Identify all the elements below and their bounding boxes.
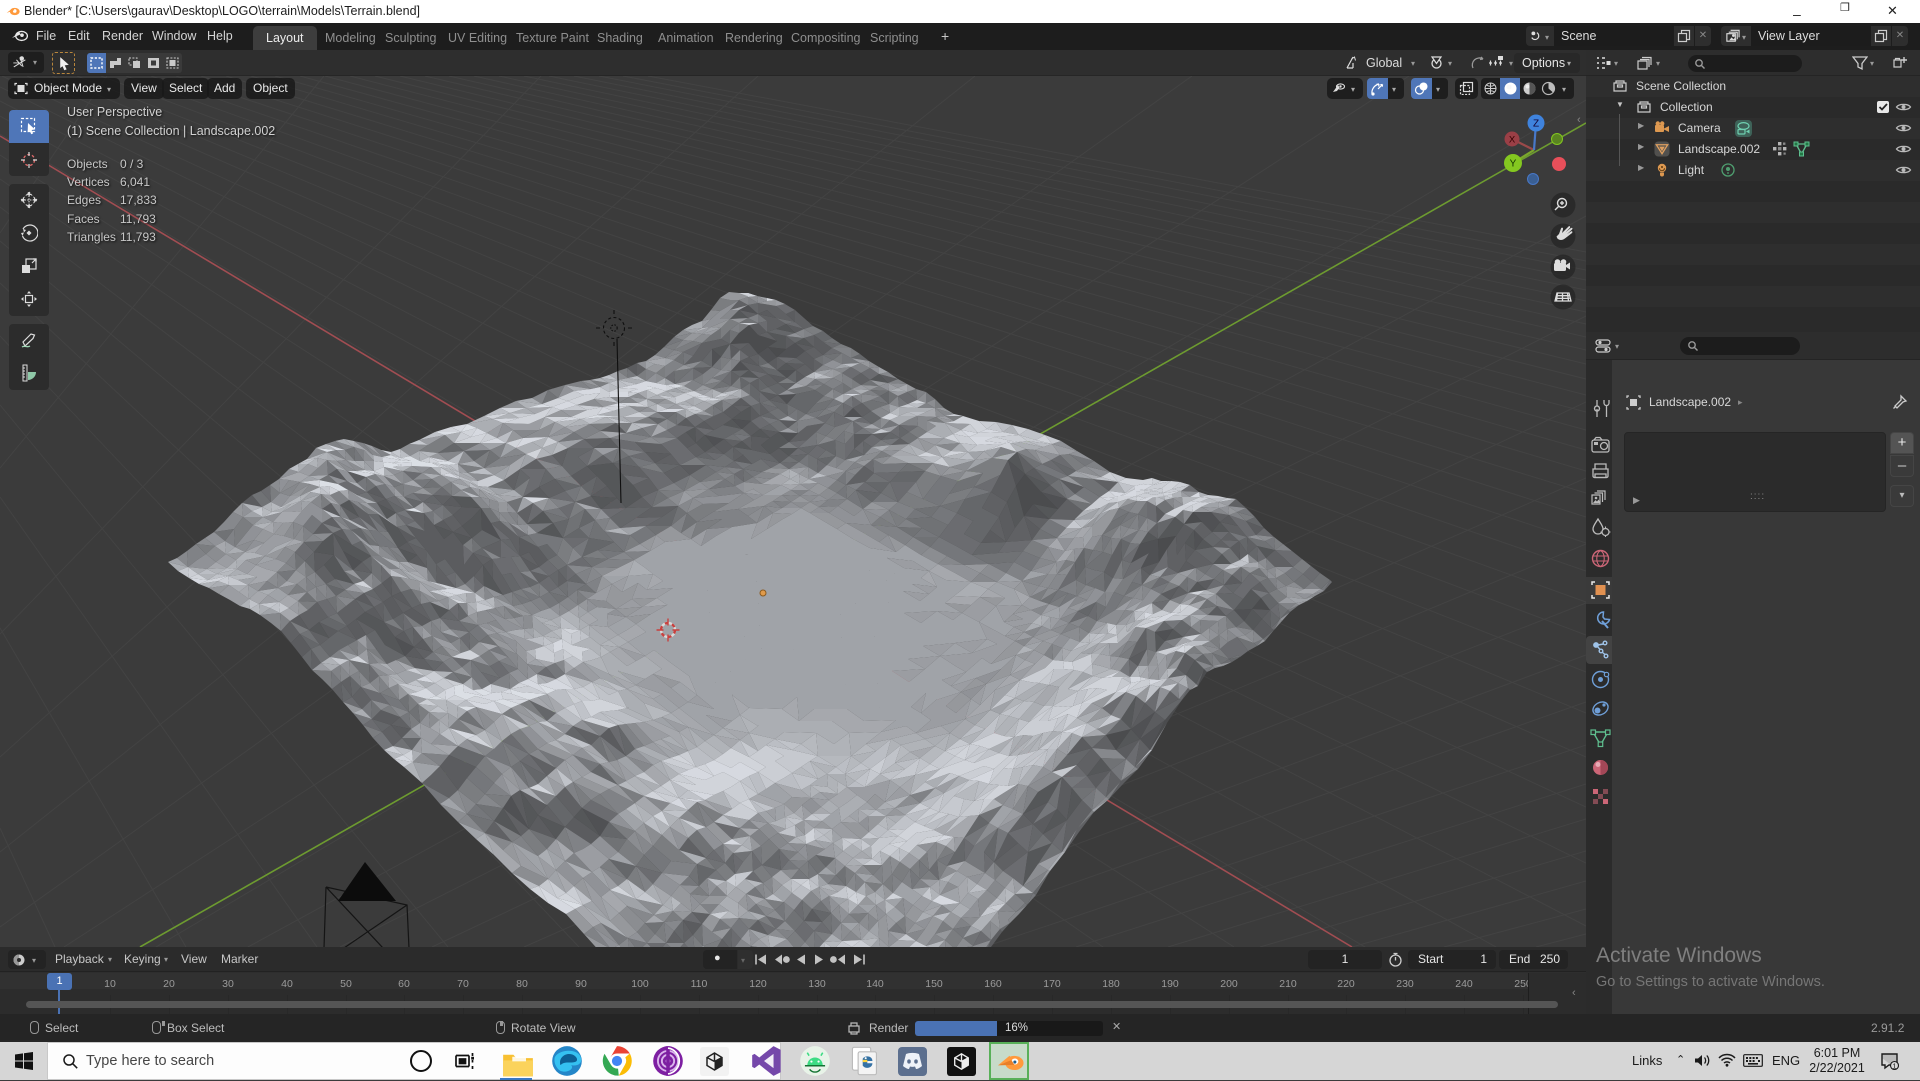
svg-text:1: 1	[1892, 1061, 1896, 1070]
svg-text:Z: Z	[1533, 119, 1539, 130]
svg-text:X: X	[1509, 135, 1516, 146]
svg-text:Y: Y	[1510, 159, 1517, 170]
